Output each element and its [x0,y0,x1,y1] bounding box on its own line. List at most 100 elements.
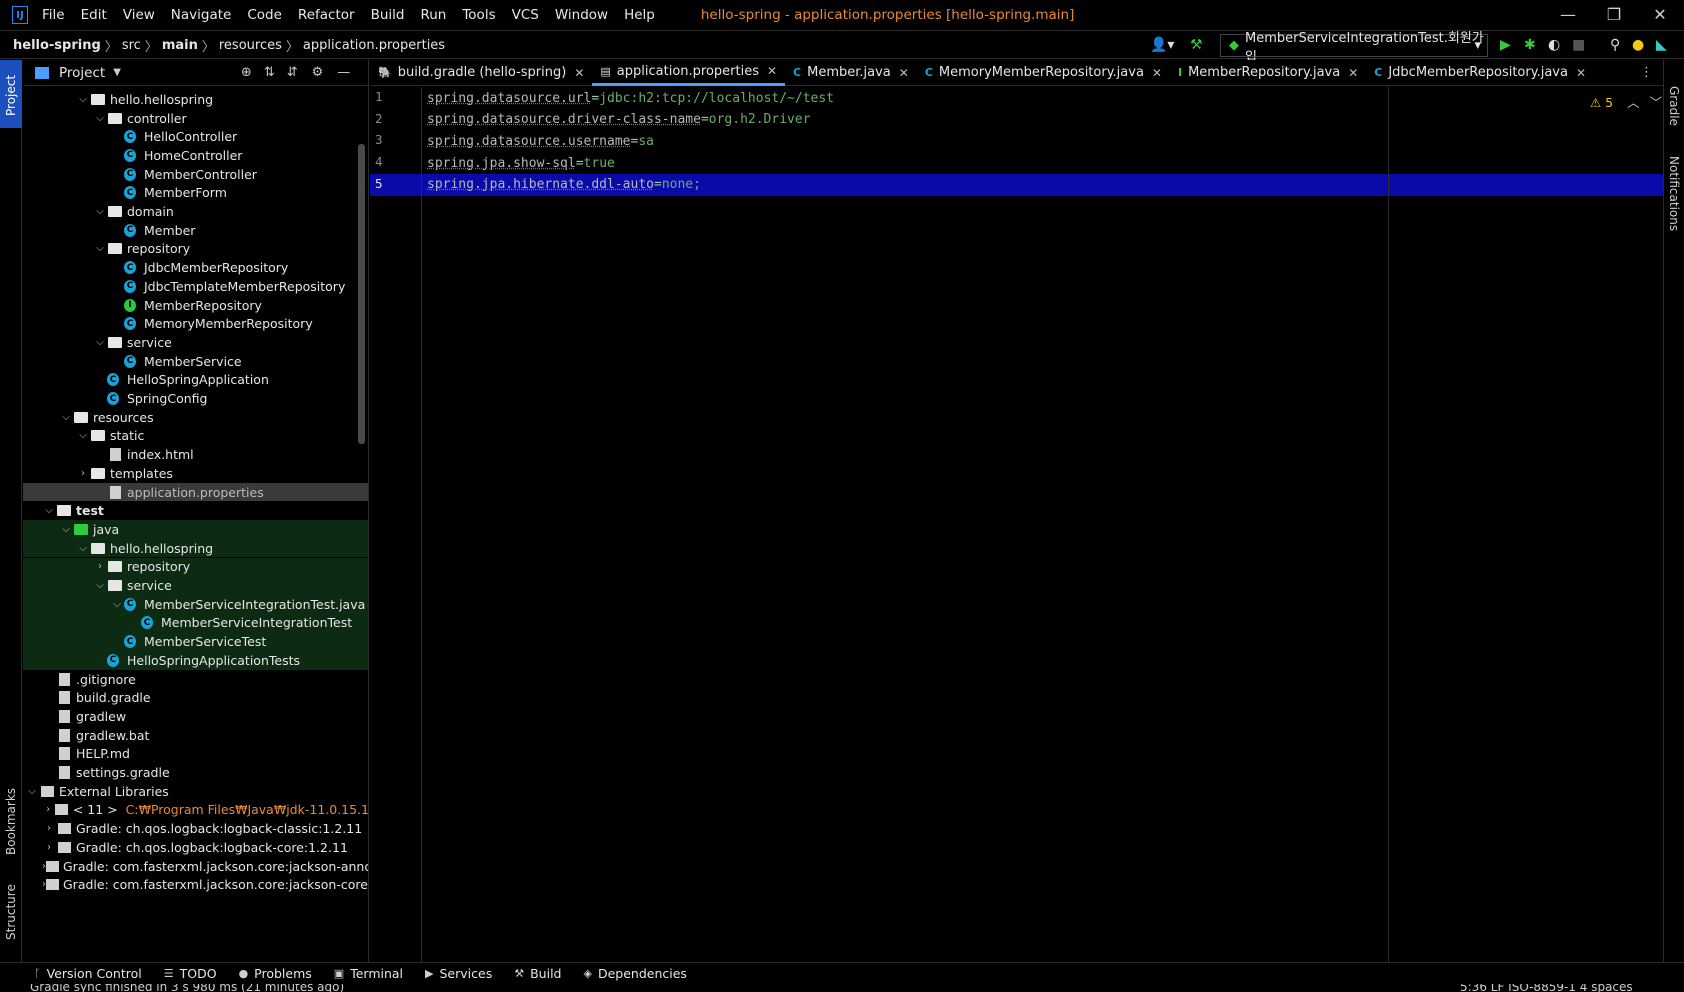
tree-item[interactable]: C HelloSpringApplication [23,371,368,390]
code-line[interactable]: spring.datasource.url = jdbc:h2:tcp://loca… [427,87,834,109]
minimize-icon[interactable]: — [1548,5,1588,24]
debug-icon[interactable]: ✱ [1524,37,1536,53]
chevron-down-icon[interactable]: ⌵ [76,94,90,105]
user-icon[interactable]: 👤▾ [1150,37,1174,53]
menu-refactor[interactable]: Refactor [298,7,355,23]
run-configuration-selector[interactable]: ◆ MemberServiceIntegrationTest.회원가입 ▾ [1220,31,1488,65]
tree-item[interactable]: › templates [23,464,368,483]
gear-icon[interactable]: ⚙ [312,65,324,80]
code-line[interactable]: spring.datasource.driver-class-name = org.… [427,109,811,131]
breadcrumb-resources[interactable]: resources [215,38,286,53]
close-tab-icon[interactable]: ✕ [899,66,909,80]
project-panel-title[interactable]: Project [59,65,105,81]
tree-item[interactable]: settings.gradle [23,763,368,782]
stop-icon[interactable]: ■ [1572,37,1585,53]
tree-item[interactable]: C MemberController [23,165,368,184]
plugin-icon[interactable]: ◣ [1656,37,1667,53]
tree-item[interactable]: gradlew.bat [23,726,368,745]
updates-icon[interactable]: ● [1632,37,1644,53]
chevron-down-icon[interactable]: ﹀ [1650,95,1663,110]
tree-item[interactable]: C JdbcTemplateMemberRepository [23,277,368,296]
tool-window-services[interactable]: ▶ Services [425,966,492,981]
bookmarks-tool-button[interactable]: Bookmarks [4,788,18,855]
chevron-down-icon[interactable]: ⌵ [59,412,73,423]
menu-edit[interactable]: Edit [81,7,107,23]
tree-item[interactable]: gradlew [23,707,368,726]
chevron-down-icon[interactable]: ⌵ [25,786,39,797]
run-icon[interactable]: ▶ [1500,37,1511,53]
collapse-all-icon[interactable]: ⇵ [287,65,298,80]
tree-item[interactable]: › < 11 > C:₩Program Files₩Java₩jdk-11.0.15… [23,801,368,820]
restore-icon[interactable]: ❐ [1594,5,1634,24]
chevron-down-icon[interactable]: ⌵ [76,430,90,441]
tree-item[interactable]: application.properties [23,482,368,502]
menu-tools[interactable]: Tools [462,7,495,23]
menu-code[interactable]: Code [247,7,282,23]
tree-item[interactable]: C SpringConfig [23,389,368,408]
chevron-down-icon[interactable]: ⌵ [42,505,56,516]
tree-item[interactable]: ⌵ controller [23,109,368,128]
chevron-right-icon[interactable]: › [76,468,90,479]
chevron-right-icon[interactable]: › [42,804,55,815]
project-tool-button[interactable]: Project [0,60,22,128]
chevron-down-icon[interactable]: ⌵ [76,543,90,554]
tree-item[interactable]: build.gradle [23,688,368,707]
expand-all-icon[interactable]: ⇅ [264,65,275,80]
code-line[interactable]: spring.jpa.hibernate.ddl-auto = none; [427,174,701,196]
menu-help[interactable]: Help [624,7,655,23]
tree-item[interactable]: C JdbcMemberRepository [23,258,368,277]
breadcrumb-file[interactable]: application.properties [299,38,449,53]
status-message[interactable]: Gradle sync finished in 3 s 980 ms (21 m… [30,984,344,992]
menu-vcs[interactable]: VCS [512,7,539,23]
chevron-down-icon[interactable]: ⌵ [93,337,107,348]
code-line[interactable]: spring.jpa.show-sql = true [427,152,615,174]
tree-item[interactable]: ⌵ hello.hellospring [23,538,368,558]
tree-item[interactable]: C MemoryMemberRepository [23,314,368,333]
gradle-tool-button[interactable]: Gradle [1667,86,1681,126]
tree-item[interactable]: ⌵ service [23,576,368,595]
chevron-down-icon[interactable]: ⌵ [110,599,124,610]
chevron-right-icon[interactable]: › [42,842,56,853]
tool-window-build[interactable]: ⚒ Build [514,966,561,981]
tree-item[interactable]: .gitignore [23,670,368,689]
notifications-tool-button[interactable]: Notifications [1667,156,1681,231]
close-tab-icon[interactable]: ✕ [574,66,584,80]
editor-tab[interactable]: I MemberRepository.java ✕ [1170,60,1366,86]
tool-window-version-control[interactable]: ᚴ Version Control [34,966,142,981]
more-tabs-icon[interactable]: ⋮ [1640,65,1653,80]
editor-tab[interactable]: C JdbcMemberRepository.java ✕ [1366,60,1594,86]
build-hammer-icon[interactable]: ⚒ [1190,37,1203,53]
chevron-up-icon[interactable]: ︿ [1627,95,1640,110]
structure-tool-button[interactable]: Structure [4,884,18,940]
locate-icon[interactable]: ⊕ [241,65,252,80]
menu-view[interactable]: View [123,7,155,23]
tree-item[interactable]: › Gradle: com.fasterxml.jackson.core:jack… [23,857,368,876]
menu-run[interactable]: Run [420,7,446,23]
tree-item[interactable]: I MemberRepository [23,296,368,315]
tree-item[interactable]: ⌵ domain [23,202,368,221]
tree-item[interactable]: C MemberServiceTest [23,632,368,651]
coverage-icon[interactable]: ◐ [1548,37,1560,53]
tree-item[interactable]: index.html [23,445,368,464]
menu-navigate[interactable]: Navigate [171,7,232,23]
menu-window[interactable]: Window [555,7,608,23]
tree-item[interactable]: ⌵ static [23,427,368,446]
breadcrumb-src[interactable]: src [118,38,145,53]
hide-panel-icon[interactable]: — [337,65,350,80]
tree-item[interactable]: ⌵ java [23,520,368,539]
tree-item[interactable]: › repository [23,557,368,577]
search-icon[interactable]: ⚲ [1610,37,1620,53]
chevron-down-icon[interactable]: ⌵ [93,206,107,217]
tree-item[interactable]: › Gradle: ch.qos.logback:logback-classic:… [23,819,368,838]
tree-item[interactable]: ⌵ test [23,501,368,520]
tool-window-todo[interactable]: ☰ TODO [164,966,217,981]
close-icon[interactable]: ✕ [1640,5,1680,24]
tree-item[interactable]: › Gradle: ch.qos.logback:logback-core:1.2… [23,838,368,857]
tree-item[interactable]: C MemberService [23,352,368,371]
tree-item[interactable]: ⌵ repository [23,240,368,259]
tool-window-dependencies[interactable]: ◈ Dependencies [583,966,686,981]
tree-item[interactable]: C MemberServiceIntegrationTest [23,613,368,633]
tree-item[interactable]: C MemberForm [23,184,368,203]
close-tab-icon[interactable]: ✕ [1152,66,1162,80]
editor-tab[interactable]: 🐘 build.gradle (hello-spring) ✕ [370,60,592,86]
